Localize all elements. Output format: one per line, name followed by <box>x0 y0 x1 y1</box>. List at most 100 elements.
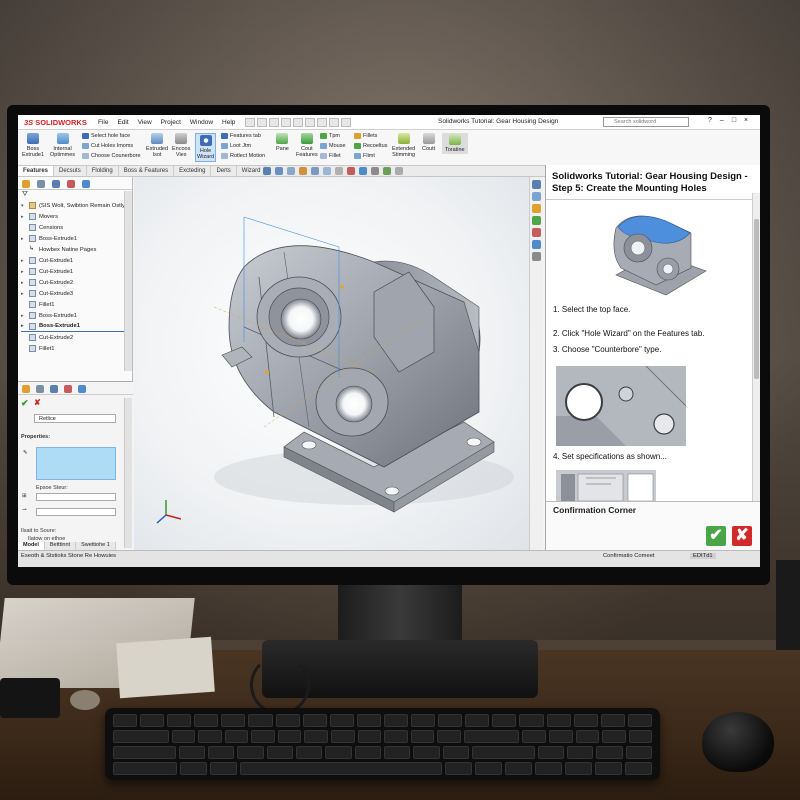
ribbon-fillet[interactable]: Fillet <box>320 153 341 159</box>
config-manager-icon[interactable] <box>52 180 60 188</box>
tab-flolding[interactable]: Flolding <box>87 166 119 176</box>
display-style-icon[interactable] <box>323 167 331 175</box>
scene-icon[interactable] <box>359 167 367 175</box>
monitor-icon[interactable] <box>395 167 403 175</box>
hide-show-icon[interactable] <box>335 167 343 175</box>
filter-icon[interactable]: ⛛ <box>18 190 132 200</box>
appearances-icon[interactable] <box>532 240 541 249</box>
appearance-icon[interactable] <box>347 167 355 175</box>
home-icon[interactable] <box>532 180 541 189</box>
tab-excteding[interactable]: Excteding <box>174 166 212 176</box>
new-icon[interactable] <box>257 117 268 127</box>
tree-item[interactable]: ▸ Boss-Extrude1 <box>21 310 132 321</box>
tree-item[interactable]: ▸ Cut-Extrude1 <box>21 255 132 266</box>
tree-item[interactable]: ↳ Howbex Natine Pages <box>21 244 132 255</box>
feature-tree-icon[interactable] <box>22 385 30 393</box>
close-button[interactable]: × <box>744 117 748 124</box>
tree-item[interactable]: ▸ Cut-Extrude1 <box>21 266 132 277</box>
ribbon-fillets[interactable]: Fillets <box>354 133 377 139</box>
extruded-button[interactable]: Extruded Isot <box>146 133 168 158</box>
print-icon[interactable] <box>293 117 304 127</box>
feature-tree-icon[interactable] <box>22 180 30 188</box>
type-select[interactable]: Retlice <box>34 414 116 423</box>
tree-item[interactable]: Fillet1 <box>21 299 132 310</box>
tree-root[interactable]: ▾ (SIS Wolt, Swibtion Remain Ostlyt) <box>21 200 132 211</box>
gear-housing-model[interactable] <box>134 177 529 550</box>
tab-derts[interactable]: Derts <box>211 166 237 176</box>
undo-icon[interactable] <box>305 117 316 127</box>
minimize-button[interactable]: – <box>720 117 724 124</box>
tree-item[interactable]: ▸ Movers <box>21 211 132 222</box>
mouse[interactable] <box>702 712 774 772</box>
menu-project[interactable]: Project <box>161 119 181 126</box>
display-manager-icon[interactable] <box>78 385 86 393</box>
previous-view-icon[interactable] <box>287 167 295 175</box>
tab-wizard[interactable]: Wizard <box>237 166 267 176</box>
ok-check-icon[interactable]: ✔ <box>21 398 29 409</box>
menu-view[interactable]: View <box>138 119 152 126</box>
zoom-area-icon[interactable] <box>275 167 283 175</box>
scroll-thumb[interactable] <box>754 219 759 379</box>
resources-icon[interactable] <box>532 192 541 201</box>
hole-wizard-button[interactable]: Hole Wizard <box>195 133 217 162</box>
maximize-button[interactable]: □ <box>732 117 736 124</box>
config-manager-icon[interactable] <box>50 385 58 393</box>
pane-button[interactable]: Pane <box>276 133 289 152</box>
ok-button[interactable]: ✔ <box>706 526 726 546</box>
ribbon-loot[interactable]: Loot Jtm <box>221 143 251 149</box>
ribbon-select-hole-face[interactable]: Select hole face <box>82 133 130 139</box>
ribbon-choose-counterbore[interactable]: Choose Counerbore <box>82 153 141 159</box>
menu-file[interactable]: File <box>98 119 108 126</box>
view-orientation-icon[interactable] <box>311 167 319 175</box>
solidworks-logo[interactable]: 3S SOLIDWORKS <box>18 118 98 127</box>
extended-button[interactable]: Extended Stimming <box>392 133 415 158</box>
custom-properties-icon[interactable] <box>532 252 541 261</box>
ribbon-mouse[interactable]: Mouse <box>320 143 346 149</box>
menu-help[interactable]: Help <box>222 119 235 126</box>
tab-swettiohe[interactable]: Swettiohe 1 <box>76 542 116 550</box>
ribbon-flimt[interactable]: Flimt <box>354 153 375 159</box>
encoos-button[interactable]: Encoos Vies <box>172 133 190 158</box>
cancel-button[interactable]: ✘ <box>732 526 752 546</box>
section-view-icon[interactable] <box>299 167 307 175</box>
tree-scrollbar[interactable] <box>124 191 132 371</box>
display-manager-icon[interactable] <box>82 180 90 188</box>
search-input[interactable]: Search solidword <box>603 117 689 127</box>
tree-item[interactable]: ▸ Cut-Extrude2 <box>21 277 132 288</box>
tree-item[interactable]: Censions <box>21 222 132 233</box>
tab-features[interactable]: Features <box>18 166 55 176</box>
toratine-button[interactable]: Toratine <box>442 133 468 154</box>
view-settings-icon[interactable] <box>371 167 379 175</box>
rebuild-icon[interactable] <box>329 117 340 127</box>
tab-decsuts[interactable]: Decsuts <box>54 166 87 176</box>
selection-box[interactable] <box>36 447 116 480</box>
tree-item[interactable]: ▸ Boss-Extrude1 <box>21 233 132 244</box>
coutt-button[interactable]: Coutt <box>422 133 435 152</box>
pm-scrollbar[interactable] <box>124 398 132 548</box>
property-manager-icon[interactable] <box>37 180 45 188</box>
property-manager-icon[interactable] <box>36 385 44 393</box>
tree-item[interactable]: ▸ Cut-Extrude3 <box>21 288 132 299</box>
cout-features-button[interactable]: Cout Features <box>296 133 318 158</box>
keyboard[interactable] <box>105 708 660 780</box>
zoom-fit-icon[interactable] <box>263 167 271 175</box>
help-button[interactable]: ? <box>708 117 712 124</box>
design-library-icon[interactable] <box>532 204 541 213</box>
dim-expert-icon[interactable] <box>64 385 72 393</box>
boss-extrude-button[interactable]: Boss Extrude1 <box>22 133 44 158</box>
open-icon[interactable] <box>269 117 280 127</box>
dim-expert-icon[interactable] <box>67 180 75 188</box>
ribbon-rotlect-motion[interactable]: Rotlect Motion <box>221 153 265 159</box>
home-icon[interactable] <box>245 117 256 127</box>
tab-model[interactable]: Model <box>18 542 45 550</box>
ribbon-cut-holes[interactable]: Cut Holes Imoms <box>82 143 133 149</box>
menu-edit[interactable]: Edit <box>117 119 128 126</box>
ribbon-recoeltus[interactable]: Recoeltus <box>354 143 387 149</box>
internal-button[interactable]: Internal Optimmes <box>50 133 75 158</box>
save-icon[interactable] <box>281 117 292 127</box>
tutorial-scrollbar[interactable] <box>752 193 760 501</box>
view-palette-icon[interactable] <box>532 228 541 237</box>
realview-icon[interactable] <box>383 167 391 175</box>
select-icon[interactable] <box>317 117 328 127</box>
file-explorer-icon[interactable] <box>532 216 541 225</box>
